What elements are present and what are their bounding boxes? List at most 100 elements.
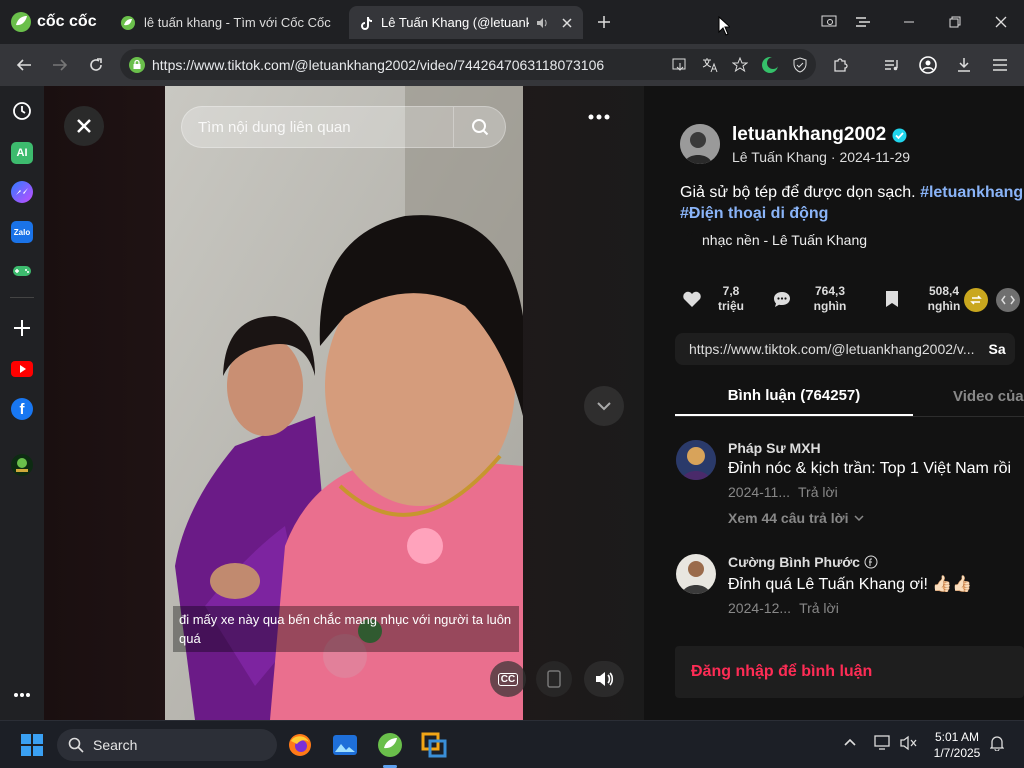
speaker-icon[interactable] bbox=[535, 16, 549, 30]
capture-icon bbox=[821, 15, 837, 27]
sidebar-more[interactable] bbox=[11, 684, 33, 706]
author-username[interactable]: letuankhang2002 bbox=[732, 124, 886, 146]
menu-button[interactable] bbox=[987, 53, 1013, 77]
downloads-button[interactable] bbox=[951, 53, 977, 77]
media-list-icon bbox=[885, 60, 898, 71]
sidebar-zalo[interactable]: Zalo bbox=[11, 221, 33, 243]
translate-icon[interactable] bbox=[702, 57, 718, 73]
zalo-icon: Zalo bbox=[13, 227, 31, 237]
music-note-icon bbox=[685, 232, 695, 244]
view-replies-button[interactable]: Xem 44 câu trả lời bbox=[728, 510, 1024, 526]
reply-button[interactable]: Trả lời bbox=[799, 600, 839, 616]
author-avatar[interactable] bbox=[680, 124, 720, 164]
back-button[interactable] bbox=[11, 53, 37, 77]
volume-tray-button[interactable] bbox=[900, 735, 918, 751]
chevron-down-icon bbox=[597, 402, 611, 411]
notifications-button[interactable] bbox=[990, 735, 1004, 751]
comment-text: Đỉnh nóc & kịch trần: Top 1 Việt Nam rồi bbox=[728, 460, 1012, 477]
vmware-icon bbox=[421, 732, 447, 758]
tiktok-page: Tìm nội dung liên quan đi mấy xe này qua… bbox=[44, 86, 1024, 720]
copy-link-button[interactable]: Sa bbox=[989, 341, 1006, 357]
close-tab-icon[interactable] bbox=[561, 17, 573, 29]
next-video-button[interactable] bbox=[584, 386, 624, 426]
tab-tiktok[interactable]: Lê Tuấn Khang (@letuankh bbox=[349, 6, 583, 39]
sidebar-ai[interactable]: AI bbox=[11, 142, 33, 164]
comment-bubble-icon bbox=[774, 292, 790, 307]
sidebar-messenger[interactable] bbox=[11, 181, 33, 203]
shield-icon[interactable] bbox=[792, 57, 808, 73]
taskbar-vmware[interactable] bbox=[418, 729, 450, 761]
tab-search-button[interactable] bbox=[850, 10, 876, 34]
tab-creator-videos[interactable]: Video của n bbox=[953, 376, 1024, 416]
login-to-comment-button[interactable]: Đăng nhập để bình luận bbox=[675, 646, 1024, 698]
sidebar-add[interactable] bbox=[11, 317, 33, 339]
related-search-input[interactable]: Tìm nội dung liên quan bbox=[181, 106, 506, 148]
youtube-icon bbox=[11, 361, 33, 377]
repost-button[interactable] bbox=[964, 288, 988, 312]
minimize-button[interactable] bbox=[896, 10, 922, 34]
search-button[interactable] bbox=[453, 107, 505, 147]
like-button[interactable]: 7,8 triệu bbox=[682, 284, 748, 314]
screenshot-button[interactable] bbox=[816, 10, 842, 34]
playlist-button[interactable] bbox=[879, 53, 905, 77]
clock[interactable]: 5:01 AM 1/7/2025 bbox=[926, 729, 988, 761]
taskbar-firefox[interactable] bbox=[284, 729, 316, 761]
coccoc-logo[interactable]: cốc cốc bbox=[10, 10, 97, 34]
hashtag-letuankhang[interactable]: #letuankhang bbox=[920, 184, 1023, 201]
start-button[interactable] bbox=[16, 729, 48, 761]
site-info-icon[interactable] bbox=[128, 56, 146, 74]
reply-button[interactable]: Trả lời bbox=[798, 484, 838, 500]
reload-button[interactable] bbox=[83, 53, 109, 77]
gamepad-icon bbox=[13, 266, 31, 276]
copy-link-field[interactable]: https://www.tiktok.com/@letuankhang2002/… bbox=[675, 333, 1015, 365]
profile-button[interactable] bbox=[915, 53, 941, 77]
captions-button[interactable]: CC bbox=[490, 661, 526, 697]
taskbar-search[interactable]: Search bbox=[57, 729, 277, 761]
sidebar-facebook[interactable]: f bbox=[11, 398, 33, 420]
embed-button[interactable] bbox=[996, 288, 1020, 312]
comment-avatar[interactable] bbox=[676, 554, 716, 594]
sidebar-coccoc-2024[interactable] bbox=[11, 454, 33, 476]
volume-button[interactable] bbox=[584, 661, 624, 697]
sidebar-games[interactable] bbox=[11, 260, 33, 282]
install-app-icon[interactable] bbox=[672, 57, 688, 73]
network-button[interactable] bbox=[874, 735, 892, 751]
dark-mode-icon[interactable] bbox=[761, 56, 779, 74]
star-icon[interactable] bbox=[732, 57, 748, 73]
tray-overflow-button[interactable] bbox=[843, 737, 857, 747]
address-bar[interactable]: https://www.tiktok.com/@letuankhang2002/… bbox=[120, 49, 816, 80]
hashtag-dien-thoai[interactable]: #Điện thoại di động bbox=[680, 205, 828, 222]
comment-avatar[interactable] bbox=[676, 440, 716, 480]
more-options-button[interactable] bbox=[588, 114, 618, 134]
chevron-down-icon bbox=[854, 515, 864, 521]
comment-author[interactable]: Cường Bình Phước bbox=[728, 554, 860, 570]
repost-icon bbox=[970, 295, 982, 305]
maximize-button[interactable] bbox=[942, 10, 968, 34]
close-window-button[interactable] bbox=[988, 10, 1014, 34]
forward-button[interactable] bbox=[47, 53, 73, 77]
taskbar-coccoc[interactable] bbox=[374, 729, 406, 768]
save-button[interactable]: 508,4 nghìn bbox=[884, 284, 964, 314]
coccoc-leaf-icon bbox=[11, 12, 31, 32]
plus-icon bbox=[598, 16, 610, 28]
extensions-button[interactable] bbox=[827, 53, 853, 77]
comment-date: 2024-12... bbox=[728, 600, 792, 616]
comment-author[interactable]: Pháp Sư MXH bbox=[728, 440, 1024, 456]
tab-comments[interactable]: Bình luận (764257) bbox=[675, 376, 913, 416]
new-tab-button[interactable] bbox=[591, 10, 617, 34]
comment-count-button[interactable]: 764,3 nghìn bbox=[772, 284, 850, 314]
post-link: https://www.tiktok.com/@letuankhang2002/… bbox=[689, 341, 975, 357]
tab-title: Lê Tuấn Khang (@letuankh bbox=[381, 15, 529, 30]
sidebar-history[interactable] bbox=[11, 100, 33, 122]
music-row[interactable]: nhạc nền - Lê Tuấn Khang bbox=[680, 232, 867, 248]
video-player[interactable]: Tìm nội dung liên quan đi mấy xe này qua… bbox=[165, 86, 523, 720]
windows-taskbar: Search 5:01 AM 1/7/2025 bbox=[0, 720, 1024, 768]
sidebar-youtube[interactable] bbox=[11, 358, 33, 380]
restore-icon bbox=[949, 16, 961, 28]
miniplayer-button[interactable] bbox=[536, 661, 572, 697]
embed-code-icon bbox=[1001, 295, 1015, 305]
close-video-button[interactable] bbox=[64, 106, 104, 146]
taskbar-photos[interactable] bbox=[329, 729, 361, 761]
tab-search[interactable]: lê tuấn khang - Tìm với Cốc Cốc bbox=[110, 6, 345, 39]
tiktok-favicon-icon bbox=[361, 16, 372, 30]
